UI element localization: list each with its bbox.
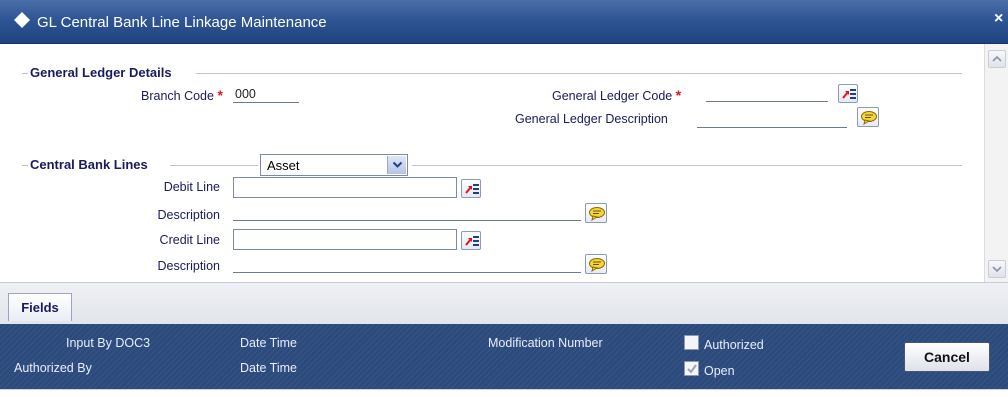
branch-code-underline — [233, 102, 299, 103]
gl-description-button[interactable] — [857, 107, 879, 127]
debit-line-label: Debit Line — [163, 180, 220, 194]
credit-description-input[interactable] — [233, 253, 581, 273]
authorized-checkbox-label: Authorized — [704, 338, 764, 352]
list-of-values-icon — [465, 236, 479, 246]
bottom-strip — [0, 389, 1008, 397]
section-rule — [412, 165, 962, 166]
list-of-values-icon — [465, 184, 479, 194]
gl-code-input[interactable] — [706, 82, 828, 102]
date-time-label: Date Time — [240, 361, 297, 375]
diamond-icon — [14, 12, 30, 28]
speech-bubble-icon — [589, 207, 605, 221]
speech-bubble-icon — [861, 111, 877, 125]
vertical-scrollbar[interactable] — [984, 44, 1008, 282]
required-marker: * — [675, 87, 682, 103]
gl-description-input[interactable] — [697, 108, 847, 128]
close-icon[interactable]: × — [994, 10, 1003, 28]
audit-footer — [0, 324, 1008, 389]
branch-code-label-text: Branch Code — [141, 89, 214, 103]
authorized-checkbox[interactable] — [684, 335, 699, 350]
debit-description-label: Description — [157, 208, 220, 222]
tab-bar: Fields — [0, 282, 1008, 324]
open-checkbox-label: Open — [704, 364, 735, 378]
gl-code-lov-button[interactable] — [838, 84, 858, 103]
open-checkbox[interactable] — [684, 361, 699, 376]
title-bar[interactable]: GL Central Bank Line Linkage Maintenance… — [0, 0, 1008, 44]
debit-description-input[interactable] — [233, 201, 581, 221]
date-time-label: Date Time — [240, 336, 297, 350]
section-rule — [170, 165, 258, 166]
tab-fields[interactable]: Fields — [8, 293, 72, 321]
dropdown-arrow-button[interactable] — [387, 156, 406, 174]
debit-line-input[interactable] — [233, 177, 457, 198]
cancel-button[interactable]: Cancel — [904, 342, 990, 372]
section-rule — [22, 73, 28, 74]
section-title-general-ledger-details: General Ledger Details — [30, 65, 176, 80]
gl-code-label-text: General Ledger Code — [552, 89, 673, 103]
branch-code-value: 000 — [235, 87, 256, 101]
input-by-label: Input By DOC3 — [66, 336, 151, 350]
line-type-select[interactable]: Asset — [260, 154, 408, 176]
gl-description-label: General Ledger Description — [515, 112, 668, 126]
scroll-up-button[interactable] — [988, 50, 1006, 68]
chevron-down-icon — [392, 161, 403, 168]
modification-number-label: Modification Number — [488, 336, 603, 350]
credit-line-label: Credit Line — [159, 233, 220, 247]
window-title: GL Central Bank Line Linkage Maintenance — [37, 14, 327, 31]
debit-line-lov-button[interactable] — [461, 179, 481, 198]
branch-code-label: Branch Code * — [141, 87, 223, 103]
list-of-values-icon — [842, 89, 856, 99]
gl-central-bank-line-linkage-window: GL Central Bank Line Linkage Maintenance… — [0, 0, 1008, 397]
checkmark-icon — [687, 364, 697, 374]
section-title-central-bank-lines: Central Bank Lines — [30, 157, 152, 172]
required-marker: * — [217, 87, 223, 103]
credit-line-lov-button[interactable] — [461, 231, 481, 250]
section-rule — [196, 73, 962, 74]
credit-description-label: Description — [157, 259, 220, 273]
chevron-down-icon — [992, 266, 1002, 273]
speech-bubble-icon — [589, 258, 605, 272]
gl-code-label: General Ledger Code * — [552, 87, 681, 103]
credit-line-input[interactable] — [233, 229, 457, 250]
chevron-up-icon — [992, 55, 1002, 62]
section-rule — [22, 165, 28, 166]
scroll-down-button[interactable] — [988, 260, 1006, 278]
authorized-by-label: Authorized By — [14, 361, 92, 375]
debit-description-button[interactable] — [585, 203, 607, 223]
line-type-selected-value: Asset — [267, 158, 300, 173]
credit-description-button[interactable] — [585, 254, 607, 274]
